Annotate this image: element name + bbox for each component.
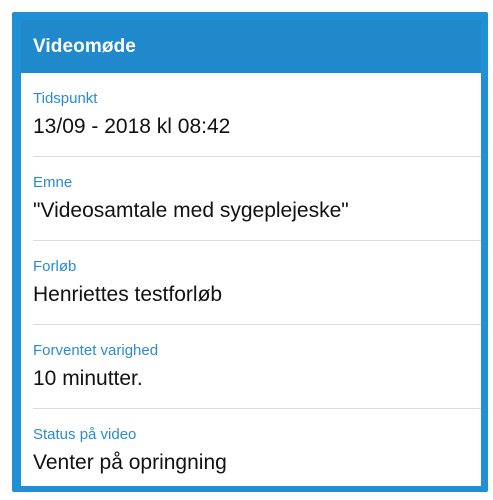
field-label: Tidspunkt [33,90,98,107]
video-meeting-card: Videomøde Tidspunkt 13/09 - 2018 kl 08:4… [21,20,481,486]
field-emne: Emne "Videosamtale med sygeplejeske" [21,157,481,241]
window-frame: Videomøde Tidspunkt 13/09 - 2018 kl 08:4… [0,0,493,500]
field-value: 10 minutter. [33,367,143,390]
page-title-bar: Videomøde [21,20,481,73]
field-value: Venter på opringning [33,451,227,474]
field-forlob: Forløb Henriettes testforløb [21,241,481,325]
field-tidspunkt: Tidspunkt 13/09 - 2018 kl 08:42 [21,73,481,157]
field-value: "Videosamtale med sygeplejeske" [33,199,349,222]
field-label: Status på video [33,426,137,443]
field-value: 13/09 - 2018 kl 08:42 [33,115,231,138]
field-label: Forventet varighed [33,342,159,359]
field-status-pa-video: Status på video Venter på opringning [21,409,481,486]
details-list: Tidspunkt 13/09 - 2018 kl 08:42 Emne "Vi… [21,73,481,486]
field-label: Emne [33,174,73,191]
field-value: Henriettes testforløb [33,283,223,306]
field-label: Forløb [33,258,77,275]
page-title: Videomøde [33,35,136,57]
field-forventet-varighed: Forventet varighed 10 minutter. [21,325,481,409]
